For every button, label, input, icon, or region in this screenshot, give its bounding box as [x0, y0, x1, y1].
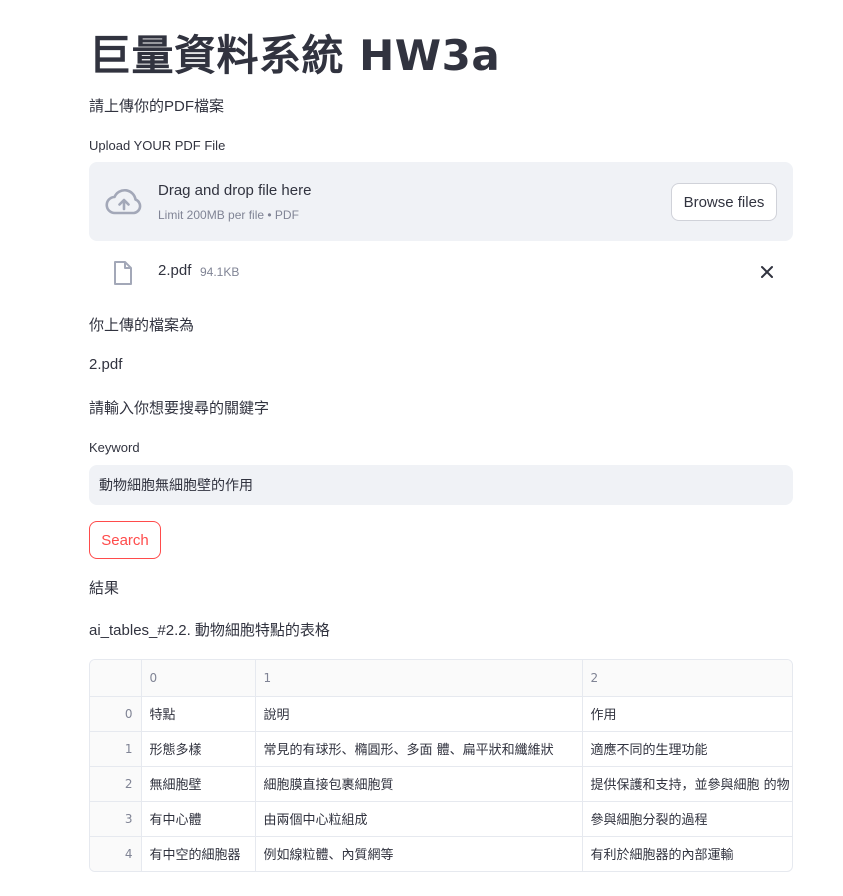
column-header[interactable]: 2: [582, 660, 792, 697]
table-cell: 細胞膜直接包裹細胞質: [255, 766, 583, 802]
uploaded-file-item: 2.pdf 94.1KB: [89, 256, 793, 290]
column-header[interactable]: 1: [255, 660, 583, 697]
row-index: 3: [90, 801, 142, 837]
result-label: 結果: [89, 580, 120, 597]
table-cell: 參與細胞分裂的過程: [582, 801, 792, 837]
table-row: 3 有中心體 由兩個中心粒組成 參與細胞分裂的過程: [90, 801, 792, 837]
table-row: 2 無細胞壁 細胞膜直接包裹細胞質 提供保護和支持，並參與細胞 的物: [90, 766, 792, 802]
table-row: 0 特點 說明 作用: [90, 696, 792, 732]
data-table: 0 1 2 0 特點 說明 作用 1 形態多樣 常見的有球形、橢圓形、多面 體、…: [90, 660, 792, 871]
table-cell: 有利於細胞器的內部運輸: [582, 836, 792, 871]
row-index: 1: [90, 731, 142, 767]
table-cell: 無細胞壁: [141, 766, 256, 802]
table-cell: 作用: [582, 696, 792, 732]
page-title: 巨量資料系統 HW3a: [89, 31, 501, 80]
uploaded-file-size: 94.1KB: [200, 265, 240, 279]
table-row: 1 形態多樣 常見的有球形、橢圓形、多面 體、扁平狀和纖維狀 適應不同的生理功能: [90, 731, 792, 767]
table-row: 4 有中空的細胞器 例如線粒體、內質網等 有利於細胞器的內部運輸: [90, 836, 792, 871]
close-icon[interactable]: [759, 264, 775, 280]
browse-files-button[interactable]: Browse files: [671, 183, 777, 221]
table-cell: 有中空的細胞器: [141, 836, 256, 871]
uploader-label: Upload YOUR PDF File: [89, 138, 226, 153]
row-index: 0: [90, 696, 142, 732]
uploaded-file-text: 2.pdf: [89, 356, 123, 373]
table-cell: 例如線粒體、內質網等: [255, 836, 583, 871]
table-header-row: 0 1 2: [90, 660, 792, 697]
result-table[interactable]: 0 1 2 0 特點 說明 作用 1 形態多樣 常見的有球形、橢圓形、多面 體、…: [89, 659, 793, 872]
table-cell: 由兩個中心粒組成: [255, 801, 583, 837]
file-dropzone[interactable]: Drag and drop file here Limit 200MB per …: [89, 162, 793, 241]
row-index: 2: [90, 766, 142, 802]
row-index: 4: [90, 836, 142, 871]
upload-prompt: 請上傳你的PDF檔案: [89, 98, 225, 115]
dropzone-limit: Limit 200MB per file • PDF: [158, 208, 299, 222]
cloud-upload-icon: [105, 188, 142, 215]
column-header[interactable]: 0: [141, 660, 256, 697]
result-title: ai_tables_#2.2. 動物細胞特點的表格: [89, 622, 330, 639]
column-header: [90, 660, 142, 697]
keyword-input[interactable]: [89, 465, 793, 505]
keyword-label: Keyword: [89, 440, 140, 455]
table-cell: 適應不同的生理功能: [582, 731, 792, 767]
file-icon: [114, 261, 132, 285]
table-cell: 常見的有球形、橢圓形、多面 體、扁平狀和纖維狀: [255, 731, 583, 767]
table-cell: 形態多樣: [141, 731, 256, 767]
table-cell: 說明: [255, 696, 583, 732]
search-button[interactable]: Search: [89, 521, 161, 559]
uploaded-file-name: 2.pdf: [158, 262, 192, 279]
dropzone-instructions: Drag and drop file here: [158, 182, 312, 199]
table-cell: 有中心體: [141, 801, 256, 837]
keyword-prompt: 請輸入你想要搜尋的關鍵字: [89, 400, 270, 417]
table-cell: 提供保護和支持，並參與細胞 的物: [582, 766, 792, 802]
uploaded-label: 你上傳的檔案為: [89, 317, 195, 334]
table-cell: 特點: [141, 696, 256, 732]
